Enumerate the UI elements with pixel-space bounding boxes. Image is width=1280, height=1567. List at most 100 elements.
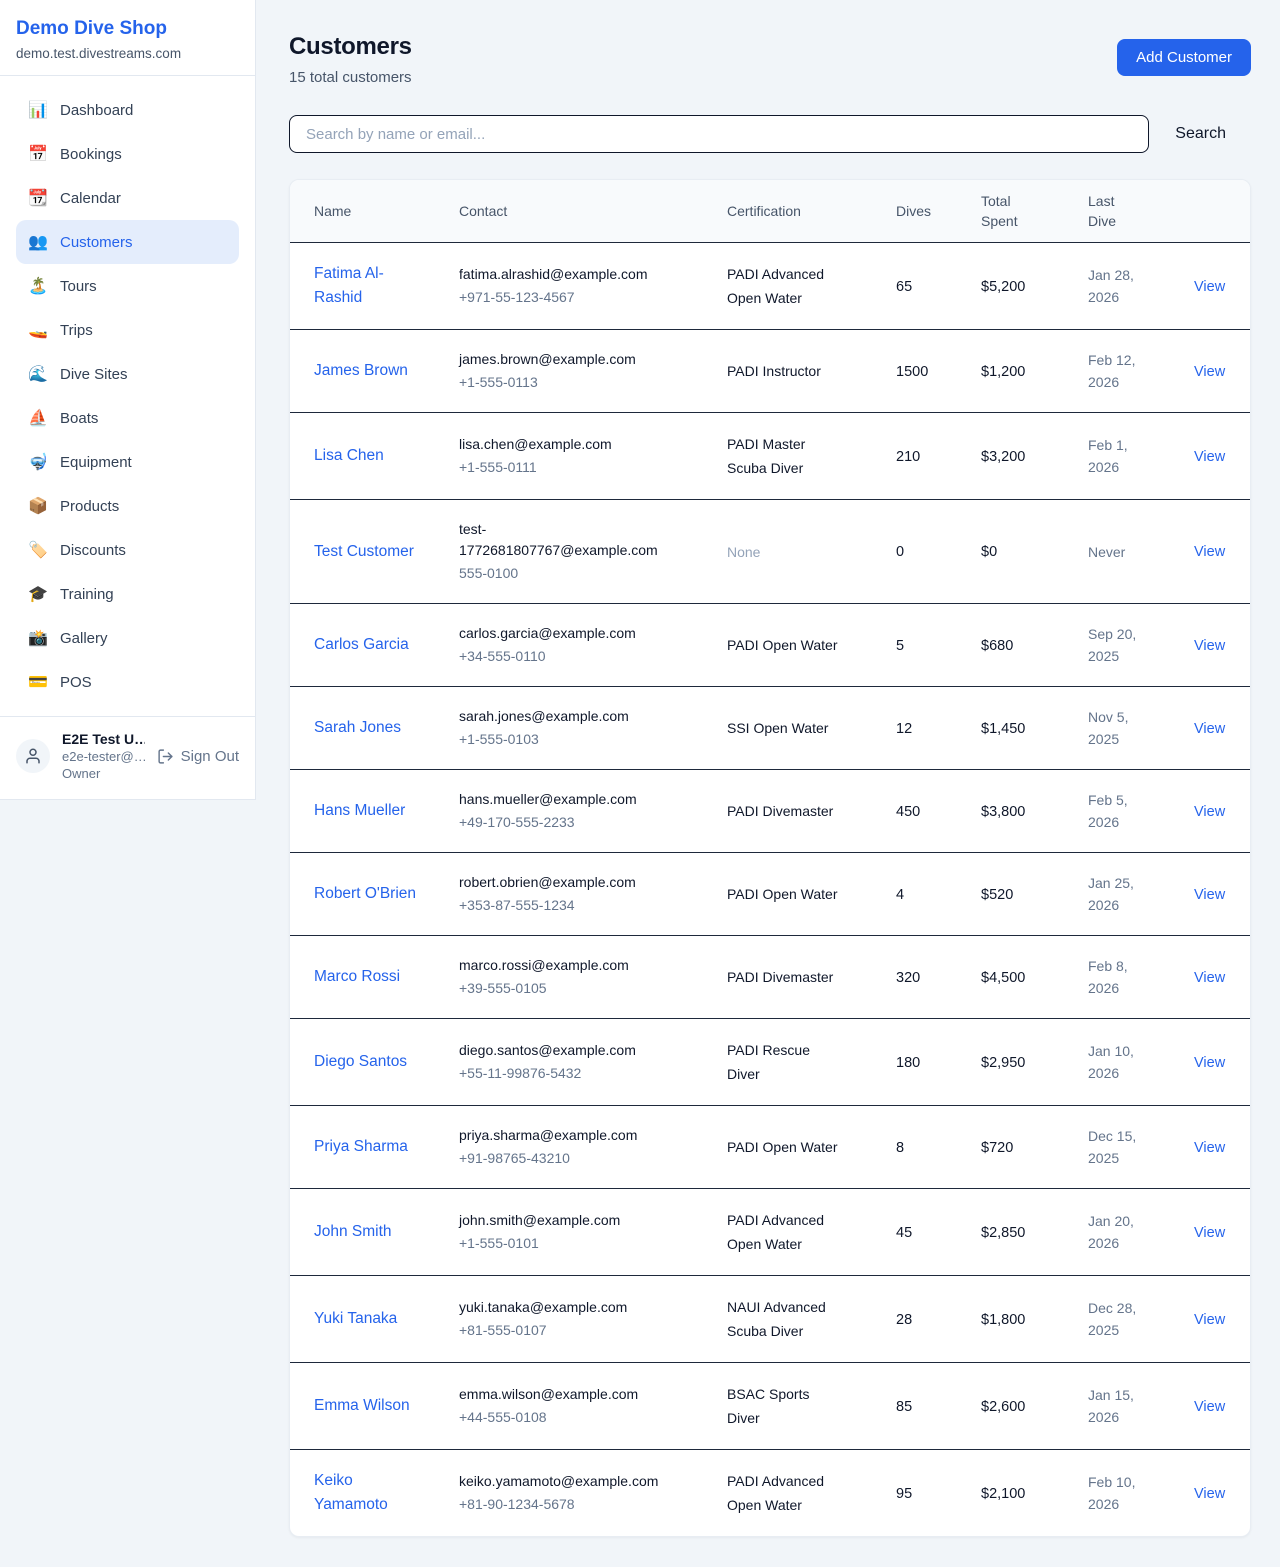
table-row: Fatima Al-Rashid fatima.alrashid@example… [290,243,1250,330]
equipment-icon: 🤿 [28,452,48,472]
customer-phone: +81-555-0107 [459,1320,674,1341]
sidebar-item-trips[interactable]: 🚤 Trips [16,308,239,352]
add-customer-button[interactable]: Add Customer [1117,39,1251,76]
sidebar-item-bookings[interactable]: 📅 Bookings [16,132,239,176]
gallery-icon: 📸 [28,628,48,648]
sidebar-item-label: Dashboard [60,102,133,119]
view-customer-link[interactable]: View [1194,1399,1225,1415]
customer-certification: PADI Divemaster [727,803,833,819]
customer-total-spent: $720 [981,1140,1013,1156]
customer-name-link[interactable]: Test Customer [314,540,414,564]
view-customer-link[interactable]: View [1194,1225,1225,1241]
customer-phone: +55-11-99876-5432 [459,1063,674,1084]
customer-name-link[interactable]: Diego Santos [314,1050,407,1074]
table-row: Diego Santos diego.santos@example.com +5… [290,1019,1250,1106]
trips-icon: 🚤 [28,320,48,340]
sidebar-item-products[interactable]: 📦 Products [16,484,239,528]
customer-dives: 5 [896,638,904,654]
sign-out-label: Sign Out [181,748,239,765]
sidebar-item-gallery[interactable]: 📸 Gallery [16,616,239,660]
customer-email: john.smith@example.com [459,1210,674,1231]
customer-name-link[interactable]: Keiko Yamamoto [314,1469,419,1517]
sidebar-item-tours[interactable]: 🏝️ Tours [16,264,239,308]
search-button[interactable]: Search [1149,125,1251,143]
customer-phone: +81-90-1234-5678 [459,1494,674,1515]
sidebar-item-dashboard[interactable]: 📊 Dashboard [16,88,239,132]
search-bar: Search [289,115,1251,153]
view-customer-link[interactable]: View [1194,638,1225,654]
view-customer-link[interactable]: View [1194,804,1225,820]
sidebar-item-label: POS [60,674,92,691]
view-customer-link[interactable]: View [1194,1140,1225,1156]
shop-domain: demo.test.divestreams.com [16,46,239,61]
customer-name-link[interactable]: Priya Sharma [314,1135,408,1159]
customer-last-dive: Nov 5, 2025 [1088,709,1128,747]
table-row: Hans Mueller hans.mueller@example.com +4… [290,770,1250,853]
customer-total-spent: $520 [981,887,1013,903]
customer-total-spent: $680 [981,638,1013,654]
customer-phone: +1-555-0103 [459,729,674,750]
table-row: Lisa Chen lisa.chen@example.com +1-555-0… [290,413,1250,500]
customer-name-link[interactable]: John Smith [314,1220,392,1244]
column-header-contact: Contact [459,180,727,243]
customer-total-spent: $2,950 [981,1055,1025,1071]
customer-certification: PADI Instructor [727,363,821,379]
customers-icon: 👥 [28,232,48,252]
customer-phone: +1-555-0111 [459,457,674,478]
main-content: Customers 15 total customers Add Custome… [256,0,1280,1567]
table-row: Yuki Tanaka yuki.tanaka@example.com +81-… [290,1276,1250,1363]
view-customer-link[interactable]: View [1194,887,1225,903]
view-customer-link[interactable]: View [1194,364,1225,380]
column-header-dives: Dives [896,180,981,243]
customer-phone: +1-555-0113 [459,372,674,393]
customer-name-link[interactable]: Yuki Tanaka [314,1307,397,1331]
sidebar-item-equipment[interactable]: 🤿 Equipment [16,440,239,484]
view-customer-link[interactable]: View [1194,721,1225,737]
customer-name-link[interactable]: Robert O'Brien [314,882,416,906]
customer-phone: +49-170-555-2233 [459,812,674,833]
table-row: Carlos Garcia carlos.garcia@example.com … [290,604,1250,687]
customer-certification: None [727,544,760,560]
calendar-icon: 📆 [28,188,48,208]
sign-out-button[interactable]: Sign Out [157,748,239,765]
customer-last-dive: Jan 20, 2026 [1088,1213,1134,1251]
customer-name-link[interactable]: Emma Wilson [314,1394,410,1418]
view-customer-link[interactable]: View [1194,449,1225,465]
table-header-row: Name Contact Certification Dives Total S… [290,180,1250,243]
sidebar-item-dive-sites[interactable]: 🌊 Dive Sites [16,352,239,396]
customer-phone: +44-555-0108 [459,1407,674,1428]
customer-certification: PADI Open Water [727,637,837,653]
customer-name-link[interactable]: Lisa Chen [314,444,384,468]
view-customer-link[interactable]: View [1194,279,1225,295]
customer-name-link[interactable]: Marco Rossi [314,965,400,989]
sidebar-item-boats[interactable]: ⛵ Boats [16,396,239,440]
customer-name-link[interactable]: Sarah Jones [314,716,401,740]
customer-name-link[interactable]: Fatima Al-Rashid [314,262,419,310]
user-name: E2E Test U… [62,731,145,747]
customer-dives: 1500 [896,364,928,380]
column-header-certification: Certification [727,180,896,243]
sidebar-item-label: Tours [60,278,97,295]
sidebar-item-pos[interactable]: 💳 POS [16,660,239,704]
sidebar-item-discounts[interactable]: 🏷️ Discounts [16,528,239,572]
view-customer-link[interactable]: View [1194,1486,1225,1502]
view-customer-link[interactable]: View [1194,1055,1225,1071]
training-icon: 🎓 [28,584,48,604]
search-input[interactable] [289,115,1149,153]
sidebar-item-training[interactable]: 🎓 Training [16,572,239,616]
sidebar-item-calendar[interactable]: 📆 Calendar [16,176,239,220]
customer-name-link[interactable]: Hans Mueller [314,799,405,823]
customer-dives: 0 [896,544,904,560]
customer-name-link[interactable]: James Brown [314,359,408,383]
view-customer-link[interactable]: View [1194,1312,1225,1328]
customer-total-spent: $2,100 [981,1486,1025,1502]
view-customer-link[interactable]: View [1194,970,1225,986]
customer-name-link[interactable]: Carlos Garcia [314,633,409,657]
customer-email: sarah.jones@example.com [459,706,674,727]
table-row: Robert O'Brien robert.obrien@example.com… [290,853,1250,936]
customer-email: keiko.yamamoto@example.com [459,1471,674,1492]
customer-phone: +1-555-0101 [459,1233,674,1254]
sidebar-item-label: Boats [60,410,98,427]
sidebar-item-customers[interactable]: 👥 Customers [16,220,239,264]
view-customer-link[interactable]: View [1194,544,1225,560]
